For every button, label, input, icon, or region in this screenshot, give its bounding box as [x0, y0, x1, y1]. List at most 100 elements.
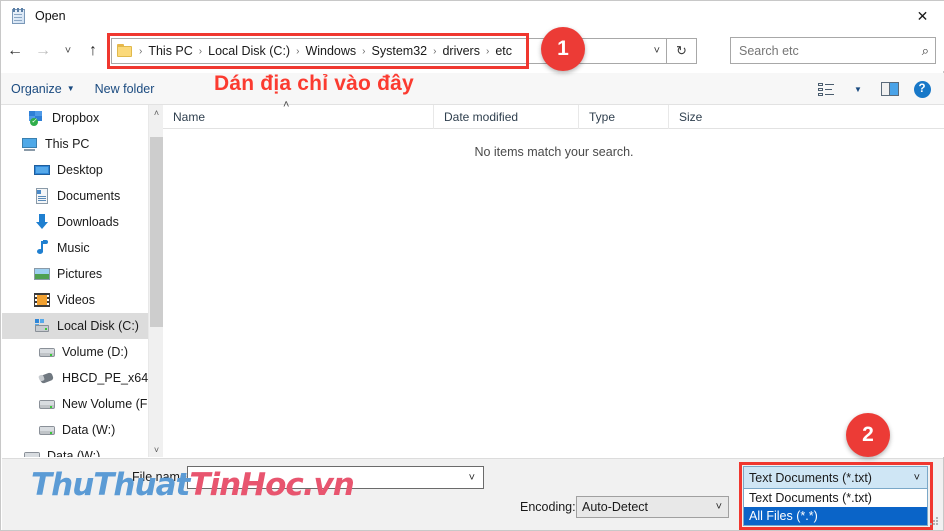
- sidebar-item-this-pc[interactable]: This PC: [2, 131, 148, 157]
- videos-icon: [34, 292, 50, 308]
- sidebar-item-label: Documents: [57, 189, 121, 203]
- open-file-dialog: Open ✕ ← → ˅ ↑ › This PC › Local Disk (C…: [0, 0, 944, 531]
- local-disk-icon: [34, 318, 50, 334]
- sidebar-item-label: Downloads: [57, 215, 119, 229]
- sidebar-item-label: New Volume (F:): [62, 397, 148, 411]
- documents-icon: [34, 188, 50, 204]
- column-header-type[interactable]: Type: [578, 104, 668, 129]
- filter-option-all-files[interactable]: All Files (*.*): [744, 507, 927, 525]
- breadcrumb-item-system32[interactable]: System32: [369, 44, 431, 58]
- search-icon: ⌕: [921, 42, 929, 58]
- sidebar-item-data-w[interactable]: Data (W:): [2, 417, 148, 443]
- usb-drive-icon: [38, 370, 55, 386]
- encoding-label: Encoding:: [520, 500, 576, 514]
- volume-icon: [39, 344, 55, 360]
- sort-ascending-icon: ˄: [283, 98, 290, 111]
- organize-button[interactable]: Organize ▼: [1, 73, 85, 104]
- refresh-icon[interactable]: ↻: [667, 38, 697, 64]
- pictures-icon: [34, 266, 50, 282]
- watermark-part-a: ThuThuat: [31, 467, 190, 503]
- up-button[interactable]: ↑: [79, 36, 107, 66]
- column-header-size[interactable]: Size: [668, 104, 748, 129]
- breadcrumb-separator: ›: [296, 45, 300, 57]
- sidebar-item-label: Pictures: [57, 267, 103, 281]
- sidebar-item-dropbox[interactable]: ✓ Dropbox: [2, 105, 148, 131]
- step-badge-2: 2: [846, 413, 890, 457]
- sidebar-item-label: Local Disk (C:): [57, 319, 139, 333]
- watermark-part-b: TinHoc.vn: [189, 467, 355, 503]
- preview-pane-icon[interactable]: [875, 76, 905, 102]
- back-button[interactable]: ←: [1, 36, 29, 66]
- sidebar-item-label: Videos: [57, 293, 95, 307]
- sidebar-item-downloads[interactable]: Downloads: [2, 209, 148, 235]
- breadcrumb-item-drivers[interactable]: drivers: [439, 44, 483, 58]
- chevron-down-icon[interactable]: ˅: [648, 45, 660, 57]
- desktop-icon: [34, 162, 50, 178]
- navigation-sidebar[interactable]: ✓ Dropbox This PC Desktop Documents Down…: [2, 105, 148, 457]
- sidebar-item-desktop[interactable]: Desktop: [2, 157, 148, 183]
- breadcrumb-separator: ›: [362, 45, 366, 57]
- toolbar-right-group: ▼ ?: [811, 73, 937, 105]
- sidebar-item-label: Dropbox: [52, 111, 100, 125]
- sidebar-item-hbcd-pe[interactable]: HBCD_PE_x64 (E: [2, 365, 148, 391]
- sidebar-item-new-volume-f[interactable]: New Volume (F:): [2, 391, 148, 417]
- file-list[interactable]: No items match your search.: [164, 129, 944, 457]
- column-header-date-modified[interactable]: Date modified: [433, 104, 578, 129]
- sidebar-item-label: Data (W:): [62, 423, 116, 437]
- view-list-icon[interactable]: [811, 76, 841, 102]
- view-dropdown-chevron-down-icon[interactable]: ▼: [843, 76, 873, 102]
- notepad-icon: [10, 7, 27, 25]
- volume-icon: [24, 448, 40, 457]
- new-folder-label: New folder: [94, 81, 155, 96]
- sidebar-item-label: Volume (D:): [62, 345, 128, 359]
- breadcrumb-separator: ›: [139, 45, 143, 57]
- volume-icon: [39, 396, 55, 412]
- filter-option-text-documents[interactable]: Text Documents (*.txt): [744, 489, 927, 507]
- breadcrumb-separator: ›: [485, 45, 490, 57]
- this-pc-icon: [22, 136, 38, 152]
- scroll-up-icon[interactable]: ˄: [149, 105, 164, 120]
- column-header-name[interactable]: Name ˄: [163, 99, 433, 129]
- column-header-row: Name ˄ Date modified Type Size: [163, 99, 944, 129]
- sidebar-item-videos[interactable]: Videos: [2, 287, 148, 313]
- breadcrumb-item-windows[interactable]: Windows: [302, 44, 359, 58]
- sidebar-item-music[interactable]: Music: [2, 235, 148, 261]
- encoding-select[interactable]: Auto-Detect ˅: [576, 496, 729, 518]
- chevron-down-icon: ▼: [66, 84, 75, 93]
- breadcrumb-item-etc[interactable]: etc: [492, 44, 515, 58]
- sidebar-item-volume-d[interactable]: Volume (D:): [2, 339, 148, 365]
- command-toolbar: Organize ▼ New folder ▼ ?: [1, 73, 944, 105]
- new-folder-button[interactable]: New folder: [85, 73, 165, 104]
- scrollbar-thumb[interactable]: [150, 137, 163, 327]
- chevron-down-icon: ˅: [715, 501, 722, 513]
- search-placeholder: Search etc: [739, 43, 799, 58]
- chevron-down-icon[interactable]: ˅: [469, 472, 479, 484]
- title-bar: Open ✕: [1, 1, 944, 31]
- sidebar-item-pictures[interactable]: Pictures: [2, 261, 148, 287]
- sidebar-item-label: HBCD_PE_x64 (E: [62, 371, 148, 385]
- annotation-text: Dán địa chỉ vào đây: [214, 72, 414, 95]
- search-input[interactable]: Search etc ⌕: [730, 37, 936, 64]
- watermark: ThuThuatTinHoc.vn: [31, 467, 355, 503]
- breadcrumb-item-local-disk[interactable]: Local Disk (C:): [205, 44, 293, 58]
- sidebar-item-label: This PC: [45, 137, 90, 151]
- file-type-filter-value: Text Documents (*.txt): [749, 470, 872, 485]
- sidebar-item-local-disk-c[interactable]: Local Disk (C:): [2, 313, 148, 339]
- sidebar-item-data-w-2[interactable]: Data (W:): [2, 443, 148, 457]
- downloads-icon: [34, 214, 50, 230]
- sidebar-item-label: Music: [57, 241, 90, 255]
- chevron-down-icon: ˅: [913, 471, 920, 484]
- breadcrumb-item-this-pc[interactable]: This PC: [145, 44, 195, 58]
- folder-icon: [117, 44, 134, 58]
- file-type-filter-dropdown[interactable]: Text Documents (*.txt) All Files (*.*): [743, 489, 928, 526]
- close-button[interactable]: ✕: [900, 1, 944, 31]
- recent-locations-button[interactable]: ˅: [57, 36, 79, 66]
- file-type-filter-select[interactable]: Text Documents (*.txt) ˅: [743, 466, 928, 489]
- music-icon: [34, 240, 50, 256]
- sidebar-item-documents[interactable]: Documents: [2, 183, 148, 209]
- scroll-down-icon[interactable]: ˅: [149, 442, 164, 457]
- sidebar-scrollbar[interactable]: ˄ ˅: [148, 105, 163, 457]
- forward-button[interactable]: →: [29, 36, 57, 66]
- resize-grip[interactable]: [930, 517, 940, 527]
- help-icon[interactable]: ?: [907, 76, 937, 102]
